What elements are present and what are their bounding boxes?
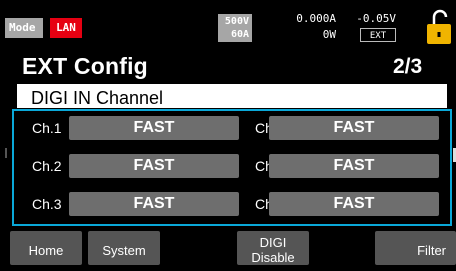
channel-2-mode-button[interactable]: FAST bbox=[69, 154, 239, 178]
filter-softkey[interactable]: Filter bbox=[375, 231, 456, 265]
digi-softkey-line1: DIGI bbox=[259, 235, 287, 250]
channel-label-3: Ch.3 bbox=[32, 196, 62, 212]
rating-voltage: 500V bbox=[224, 16, 249, 27]
channel-4-mode-button[interactable]: FAST bbox=[269, 116, 439, 140]
ext-indicator: EXT bbox=[360, 28, 396, 42]
digi-disable-softkey[interactable]: DIGI Disable bbox=[237, 231, 309, 265]
measurement-display: 0.000A -0.05V 0W EXT bbox=[256, 12, 436, 44]
system-softkey[interactable]: System bbox=[88, 231, 160, 265]
channel-label-1: Ch.1 bbox=[32, 120, 62, 136]
digi-softkey-line2: Disable bbox=[251, 250, 295, 265]
channel-6-mode-button[interactable]: FAST bbox=[269, 192, 439, 216]
page-indicator: 2/3 bbox=[393, 55, 423, 78]
channel-3-mode-button[interactable]: FAST bbox=[69, 192, 239, 216]
measured-voltage: -0.05V bbox=[356, 12, 396, 25]
channel-group: Ch.1 FAST Ch.2 FAST Ch.3 FAST Ch.4 FAST … bbox=[12, 109, 452, 226]
status-bar: Mode LAN 500V 60A 0.000A -0.05V 0W EXT bbox=[0, 0, 456, 48]
measured-current: 0.000A bbox=[296, 12, 336, 25]
home-softkey[interactable]: Home bbox=[10, 231, 82, 265]
page-title: EXT Config bbox=[22, 53, 148, 79]
rating-display: 500V 60A bbox=[218, 14, 252, 42]
channel-label-2: Ch.2 bbox=[32, 158, 62, 174]
left-marker bbox=[5, 148, 7, 158]
channel-5-mode-button[interactable]: FAST bbox=[269, 154, 439, 178]
channel-1-mode-button[interactable]: FAST bbox=[69, 116, 239, 140]
section-header: DIGI IN Channel bbox=[17, 84, 447, 108]
home-softkey-label: Home bbox=[28, 243, 64, 258]
rating-current: 60A bbox=[230, 29, 249, 40]
system-softkey-label: System bbox=[102, 243, 146, 258]
measured-power: 0W bbox=[322, 28, 336, 41]
filter-softkey-label: Filter bbox=[417, 243, 446, 258]
mode-indicator: Mode bbox=[5, 18, 43, 38]
lock-icon bbox=[424, 6, 454, 46]
lan-indicator: LAN bbox=[50, 18, 82, 38]
